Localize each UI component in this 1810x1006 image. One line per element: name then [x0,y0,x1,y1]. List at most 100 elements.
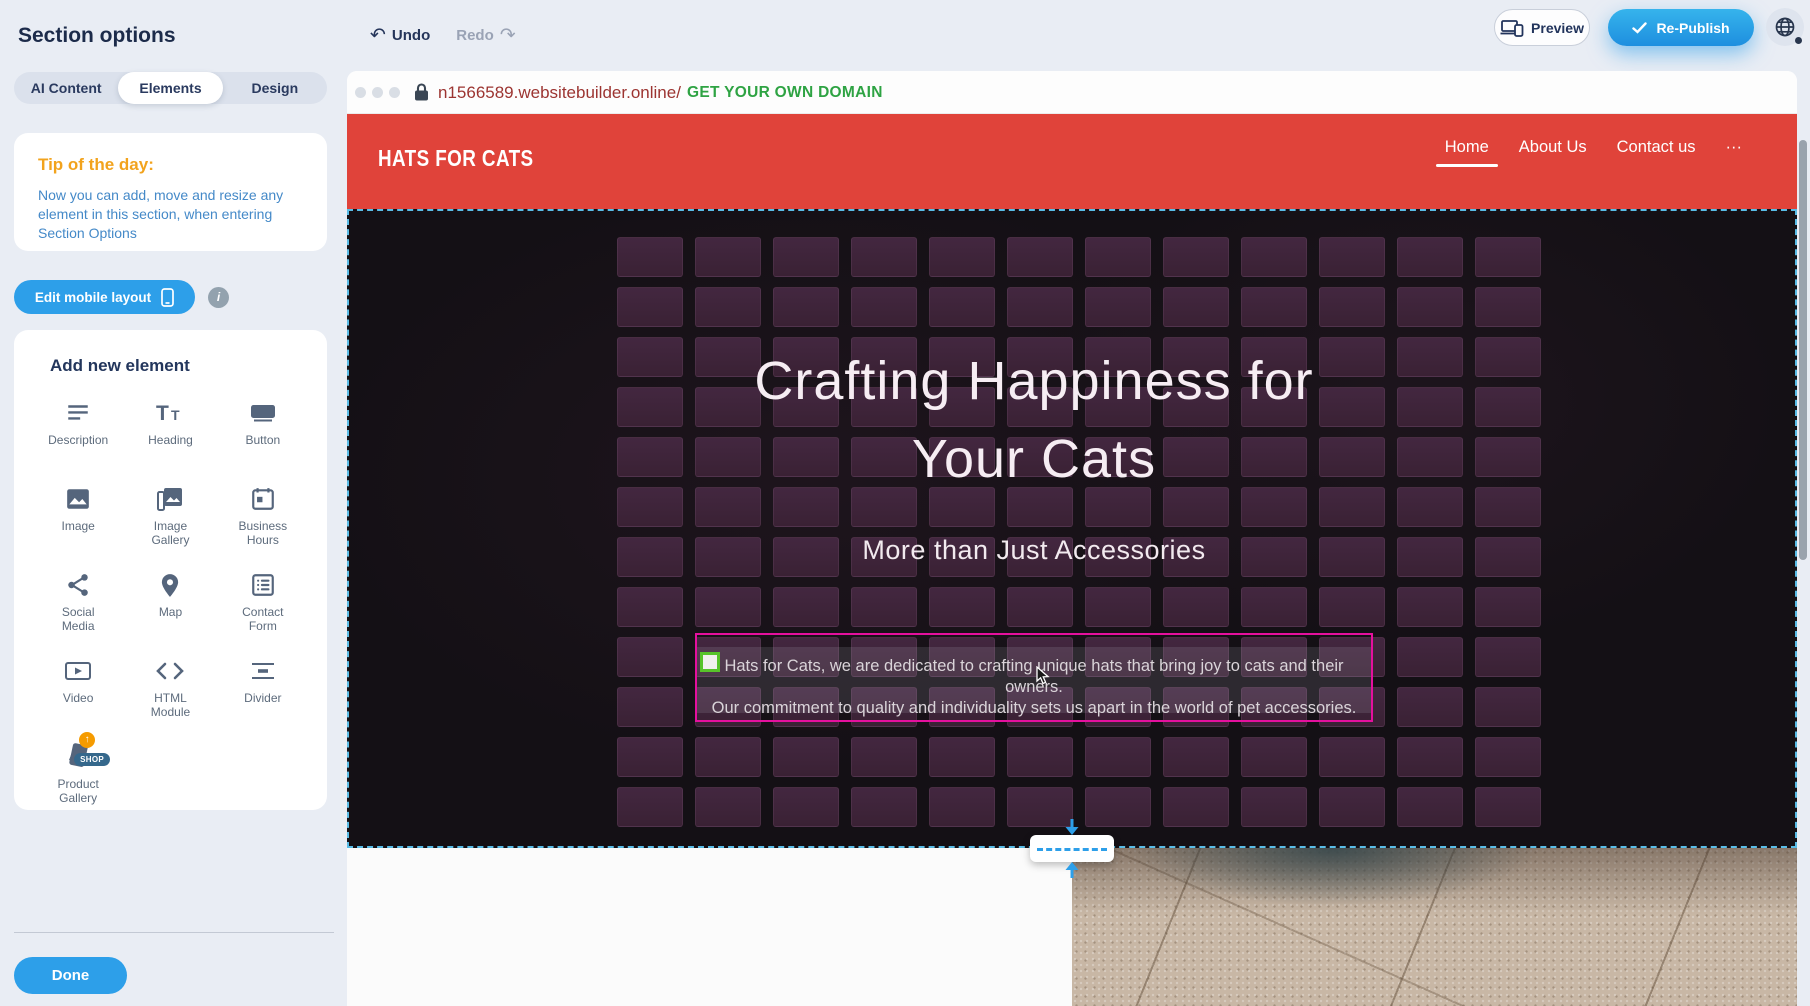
info-icon[interactable]: i [208,287,229,308]
hat-frame-tile [1319,587,1385,627]
hat-frame-tile [929,287,995,327]
hat-frame-tile [1241,787,1307,827]
devices-icon [1500,19,1524,37]
hero-paragraph[interactable]: Hats for Cats, we are dedicated to craft… [697,635,1371,719]
hat-frame-tile [617,737,683,777]
hat-frame-tile [1163,587,1229,627]
hat-frame-tile [617,787,683,827]
preview-label: Preview [1531,20,1584,36]
hat-frame-tile [851,237,917,277]
republish-label: Re-Publish [1656,20,1729,36]
add-element-product-gallery[interactable]: SHOP↑Product Gallery [32,740,124,812]
hat-frame-tile [1163,237,1229,277]
hat-frame-tile [773,287,839,327]
hat-frame-tile [617,237,683,277]
element-drag-handle[interactable] [700,652,720,672]
preview-button[interactable]: Preview [1494,9,1590,46]
hat-frame-tile [1007,287,1073,327]
hat-frame-tile [617,637,683,677]
add-element-html-module[interactable]: HTML Module [124,654,216,726]
html-module-icon [155,654,185,684]
hat-frame-tile [851,287,917,327]
nav-item-contactus[interactable]: Contact us [1617,138,1696,167]
hero-section[interactable]: Crafting Happiness for Your Cats More th… [347,209,1797,848]
section-resize-handle[interactable] [1030,835,1114,862]
tab-ai-content[interactable]: AI Content [14,72,118,104]
tip-card: Tip of the day: Now you can add, move an… [14,133,327,251]
hat-frame-tile [929,787,995,827]
hat-frames-grid [617,237,1541,827]
nav-item-aboutus[interactable]: About Us [1519,138,1587,167]
hat-frame-tile [695,787,761,827]
add-element-image[interactable]: Image [32,482,124,554]
add-element-title: Add new element [50,356,309,376]
element-label: Button [245,433,280,447]
hat-frame-tile [1397,787,1463,827]
redo-button[interactable]: Redo ↷ [456,24,515,46]
add-element-divider[interactable]: Divider [217,654,309,726]
hat-frame-tile [929,237,995,277]
nav-item-home[interactable]: Home [1445,138,1489,167]
globe-icon [1774,16,1796,38]
tab-elements[interactable]: Elements [118,72,222,104]
element-label: Business Hours [230,519,296,547]
hero-subheading[interactable]: More than Just Accessories [347,535,1721,566]
add-element-image-gallery[interactable]: Image Gallery [124,482,216,554]
hat-frame-tile [1241,737,1307,777]
hat-frame-tile [1319,237,1385,277]
hat-frame-tile [1397,637,1463,677]
add-element-social-media[interactable]: Social Media [32,568,124,640]
edit-mobile-layout-button[interactable]: Edit mobile layout [14,280,195,314]
hat-frame-tile [1397,237,1463,277]
map-icon [157,568,183,598]
language-globe-button[interactable] [1766,8,1804,46]
hat-frame-tile [1085,787,1151,827]
hero-heading-line1: Crafting Happiness for [347,342,1721,420]
site-nav: Home About Us Contact us ··· [1445,138,1742,167]
get-domain-link[interactable]: GET YOUR OWN DOMAIN [687,84,883,102]
add-element-heading[interactable]: TTHeading [124,396,216,468]
element-label: Image [61,519,94,533]
add-element-contact-form[interactable]: Contact Form [217,568,309,640]
shop-badge: SHOP [74,753,110,766]
element-label: Description [48,433,108,447]
element-label: Image Gallery [137,519,203,547]
floor-photo [1072,848,1797,1006]
browser-dot [389,87,400,98]
image-icon [65,482,91,512]
hat-frame-tile [1475,287,1541,327]
hat-frame-tile [1085,587,1151,627]
arrow-down-icon [1061,818,1083,838]
site-logo[interactable]: HATS FOR CATS [378,145,534,172]
hat-frame-tile [851,587,917,627]
add-element-video[interactable]: Video [32,654,124,726]
undo-button[interactable]: ↶ Undo [370,24,430,46]
add-element-description[interactable]: Description [32,396,124,468]
hero-background: Crafting Happiness for Your Cats More th… [347,209,1797,848]
element-label: Social Media [45,605,111,633]
canvas-scrollbar[interactable] [1799,140,1807,560]
add-element-business-hours[interactable]: Business Hours [217,482,309,554]
add-element-map[interactable]: Map [124,568,216,640]
add-element-button[interactable]: Button [217,396,309,468]
add-element-card: Add new element Description TTHeading Butt… [14,330,327,810]
hat-frame-tile [1319,737,1385,777]
image-gallery-icon [156,482,184,512]
tab-design[interactable]: Design [223,72,327,104]
site-preview-frame: n1566589.websitebuilder.online/ GET YOUR… [347,71,1797,1006]
hat-frame-tile [1085,287,1151,327]
hat-frame-tile [773,787,839,827]
hat-frame-tile [1085,237,1151,277]
nav-more-menu[interactable]: ··· [1726,138,1742,167]
resize-dash-line [1037,848,1107,851]
selected-text-element[interactable]: Hats for Cats, we are dedicated to craft… [695,633,1373,722]
hero-heading[interactable]: Crafting Happiness for Your Cats [347,342,1721,498]
done-button[interactable]: Done [14,957,127,994]
edit-mobile-label: Edit mobile layout [35,290,151,305]
check-icon [1632,22,1647,34]
tip-heading: Tip of the day: [38,155,303,175]
url-text[interactable]: n1566589.websitebuilder.online/ [438,83,681,103]
svg-text:T: T [156,402,169,425]
site-header[interactable]: HATS FOR CATS Home About Us Contact us ··· [347,114,1797,209]
republish-button[interactable]: Re-Publish [1608,9,1754,46]
